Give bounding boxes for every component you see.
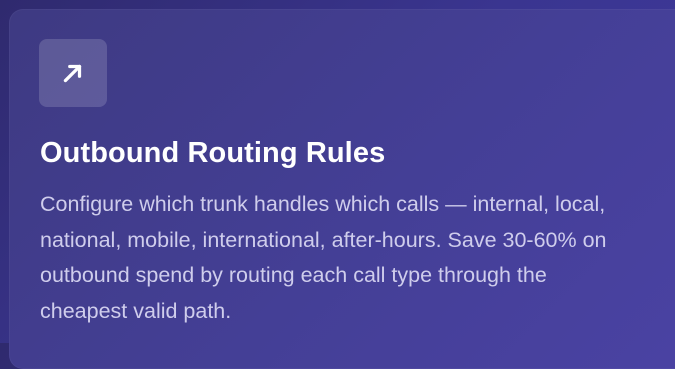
card-description: Configure which trunk handles which call… — [40, 192, 607, 323]
card-title: Outbound Routing Rules — [40, 137, 386, 169]
icon-tile — [39, 39, 107, 107]
feature-card: Outbound Routing Rules Configure which t… — [9, 9, 675, 369]
arrow-up-right-icon — [63, 64, 82, 83]
